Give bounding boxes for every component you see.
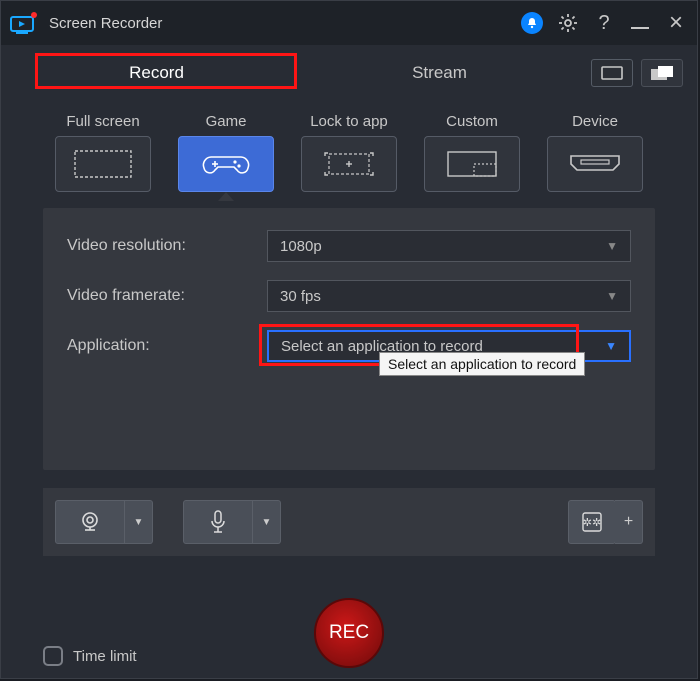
capture-mode-game[interactable]	[178, 136, 274, 192]
chevron-down-icon: ▼	[606, 239, 618, 253]
capture-label-device: Device	[572, 113, 618, 130]
mic-options-button[interactable]: ▼	[253, 500, 281, 544]
settings-button[interactable]	[555, 10, 581, 36]
chevron-down-icon: ▼	[134, 517, 144, 528]
fullscreen-icon	[71, 147, 135, 181]
time-limit-checkbox[interactable]	[43, 646, 63, 666]
gear-icon	[558, 13, 578, 33]
capture-mode-custom[interactable]	[424, 136, 520, 192]
close-button[interactable]: ×	[663, 10, 689, 36]
overlay-add-button[interactable]: +	[615, 500, 643, 544]
minimize-icon	[631, 27, 649, 29]
help-icon: ?	[598, 12, 609, 35]
display-mode-single-button[interactable]	[591, 59, 633, 87]
close-icon: ×	[669, 11, 683, 35]
record-button-label: REC	[329, 622, 369, 644]
lock-to-app-icon	[319, 148, 379, 180]
app-title: Screen Recorder	[49, 15, 519, 32]
custom-region-icon	[442, 148, 502, 180]
footer: Time limit REC	[1, 646, 697, 666]
notifications-button[interactable]	[519, 10, 545, 36]
plus-icon: +	[624, 513, 633, 531]
tab-stream[interactable]: Stream	[298, 53, 581, 93]
capture-mode-lock-to-app[interactable]	[301, 136, 397, 192]
webcam-icon	[78, 510, 102, 534]
capture-label-fullscreen: Full screen	[66, 113, 139, 130]
capture-label-game: Game	[206, 113, 247, 130]
device-hdmi-icon	[565, 152, 625, 176]
selected-pointer-icon	[218, 192, 234, 201]
application-label: Application:	[67, 337, 267, 355]
capture-mode-row: Full screen Game Lock to app	[1, 95, 697, 192]
time-limit-label: Time limit	[73, 648, 137, 665]
capture-label-custom: Custom	[446, 113, 498, 130]
app-logo-icon	[9, 8, 39, 38]
application-tooltip: Select an application to record	[379, 352, 585, 376]
mic-group: ▼	[183, 500, 281, 544]
bell-icon	[521, 12, 543, 34]
framerate-dropdown[interactable]: 30 fps ▼	[267, 280, 631, 312]
webcam-button[interactable]	[55, 500, 125, 544]
webcam-options-button[interactable]: ▼	[125, 500, 153, 544]
display-mode-multi-button[interactable]	[641, 59, 683, 87]
minimize-button[interactable]	[627, 10, 653, 36]
svg-text:✲✲: ✲✲	[583, 517, 601, 529]
titlebar: Screen Recorder ?	[1, 1, 697, 45]
titlebar-controls: ? ×	[519, 10, 689, 36]
resolution-value: 1080p	[280, 238, 322, 255]
resolution-label: Video resolution:	[67, 237, 267, 255]
tab-record[interactable]: Record	[15, 53, 298, 93]
main-tabs: Record Stream	[1, 45, 697, 95]
chevron-down-icon: ▼	[605, 339, 617, 353]
monitor-icon	[601, 66, 623, 80]
multi-monitor-icon	[650, 65, 674, 81]
microphone-icon	[208, 509, 228, 535]
framerate-value: 30 fps	[280, 288, 321, 305]
gamepad-icon	[201, 149, 251, 179]
help-button[interactable]: ?	[591, 10, 617, 36]
chevron-down-icon: ▼	[262, 517, 272, 528]
overlay-group: ✲✲ +	[568, 500, 643, 544]
mic-button[interactable]	[183, 500, 253, 544]
webcam-group: ▼	[55, 500, 153, 544]
sources-panel: ▼ ▼ ✲✲ +	[43, 488, 655, 556]
record-button[interactable]: REC	[314, 598, 384, 668]
resolution-dropdown[interactable]: 1080p ▼	[267, 230, 631, 262]
capture-mode-device[interactable]	[547, 136, 643, 192]
app-window: Screen Recorder ?	[0, 0, 698, 679]
settings-panel: Video resolution: 1080p ▼ Video framerat…	[43, 208, 655, 470]
overlay-button[interactable]: ✲✲	[568, 500, 616, 544]
framerate-label: Video framerate:	[67, 287, 267, 305]
capture-mode-fullscreen[interactable]	[55, 136, 151, 192]
capture-label-lock: Lock to app	[310, 113, 388, 130]
chevron-down-icon: ▼	[606, 289, 618, 303]
overlay-effects-icon: ✲✲	[581, 511, 603, 533]
